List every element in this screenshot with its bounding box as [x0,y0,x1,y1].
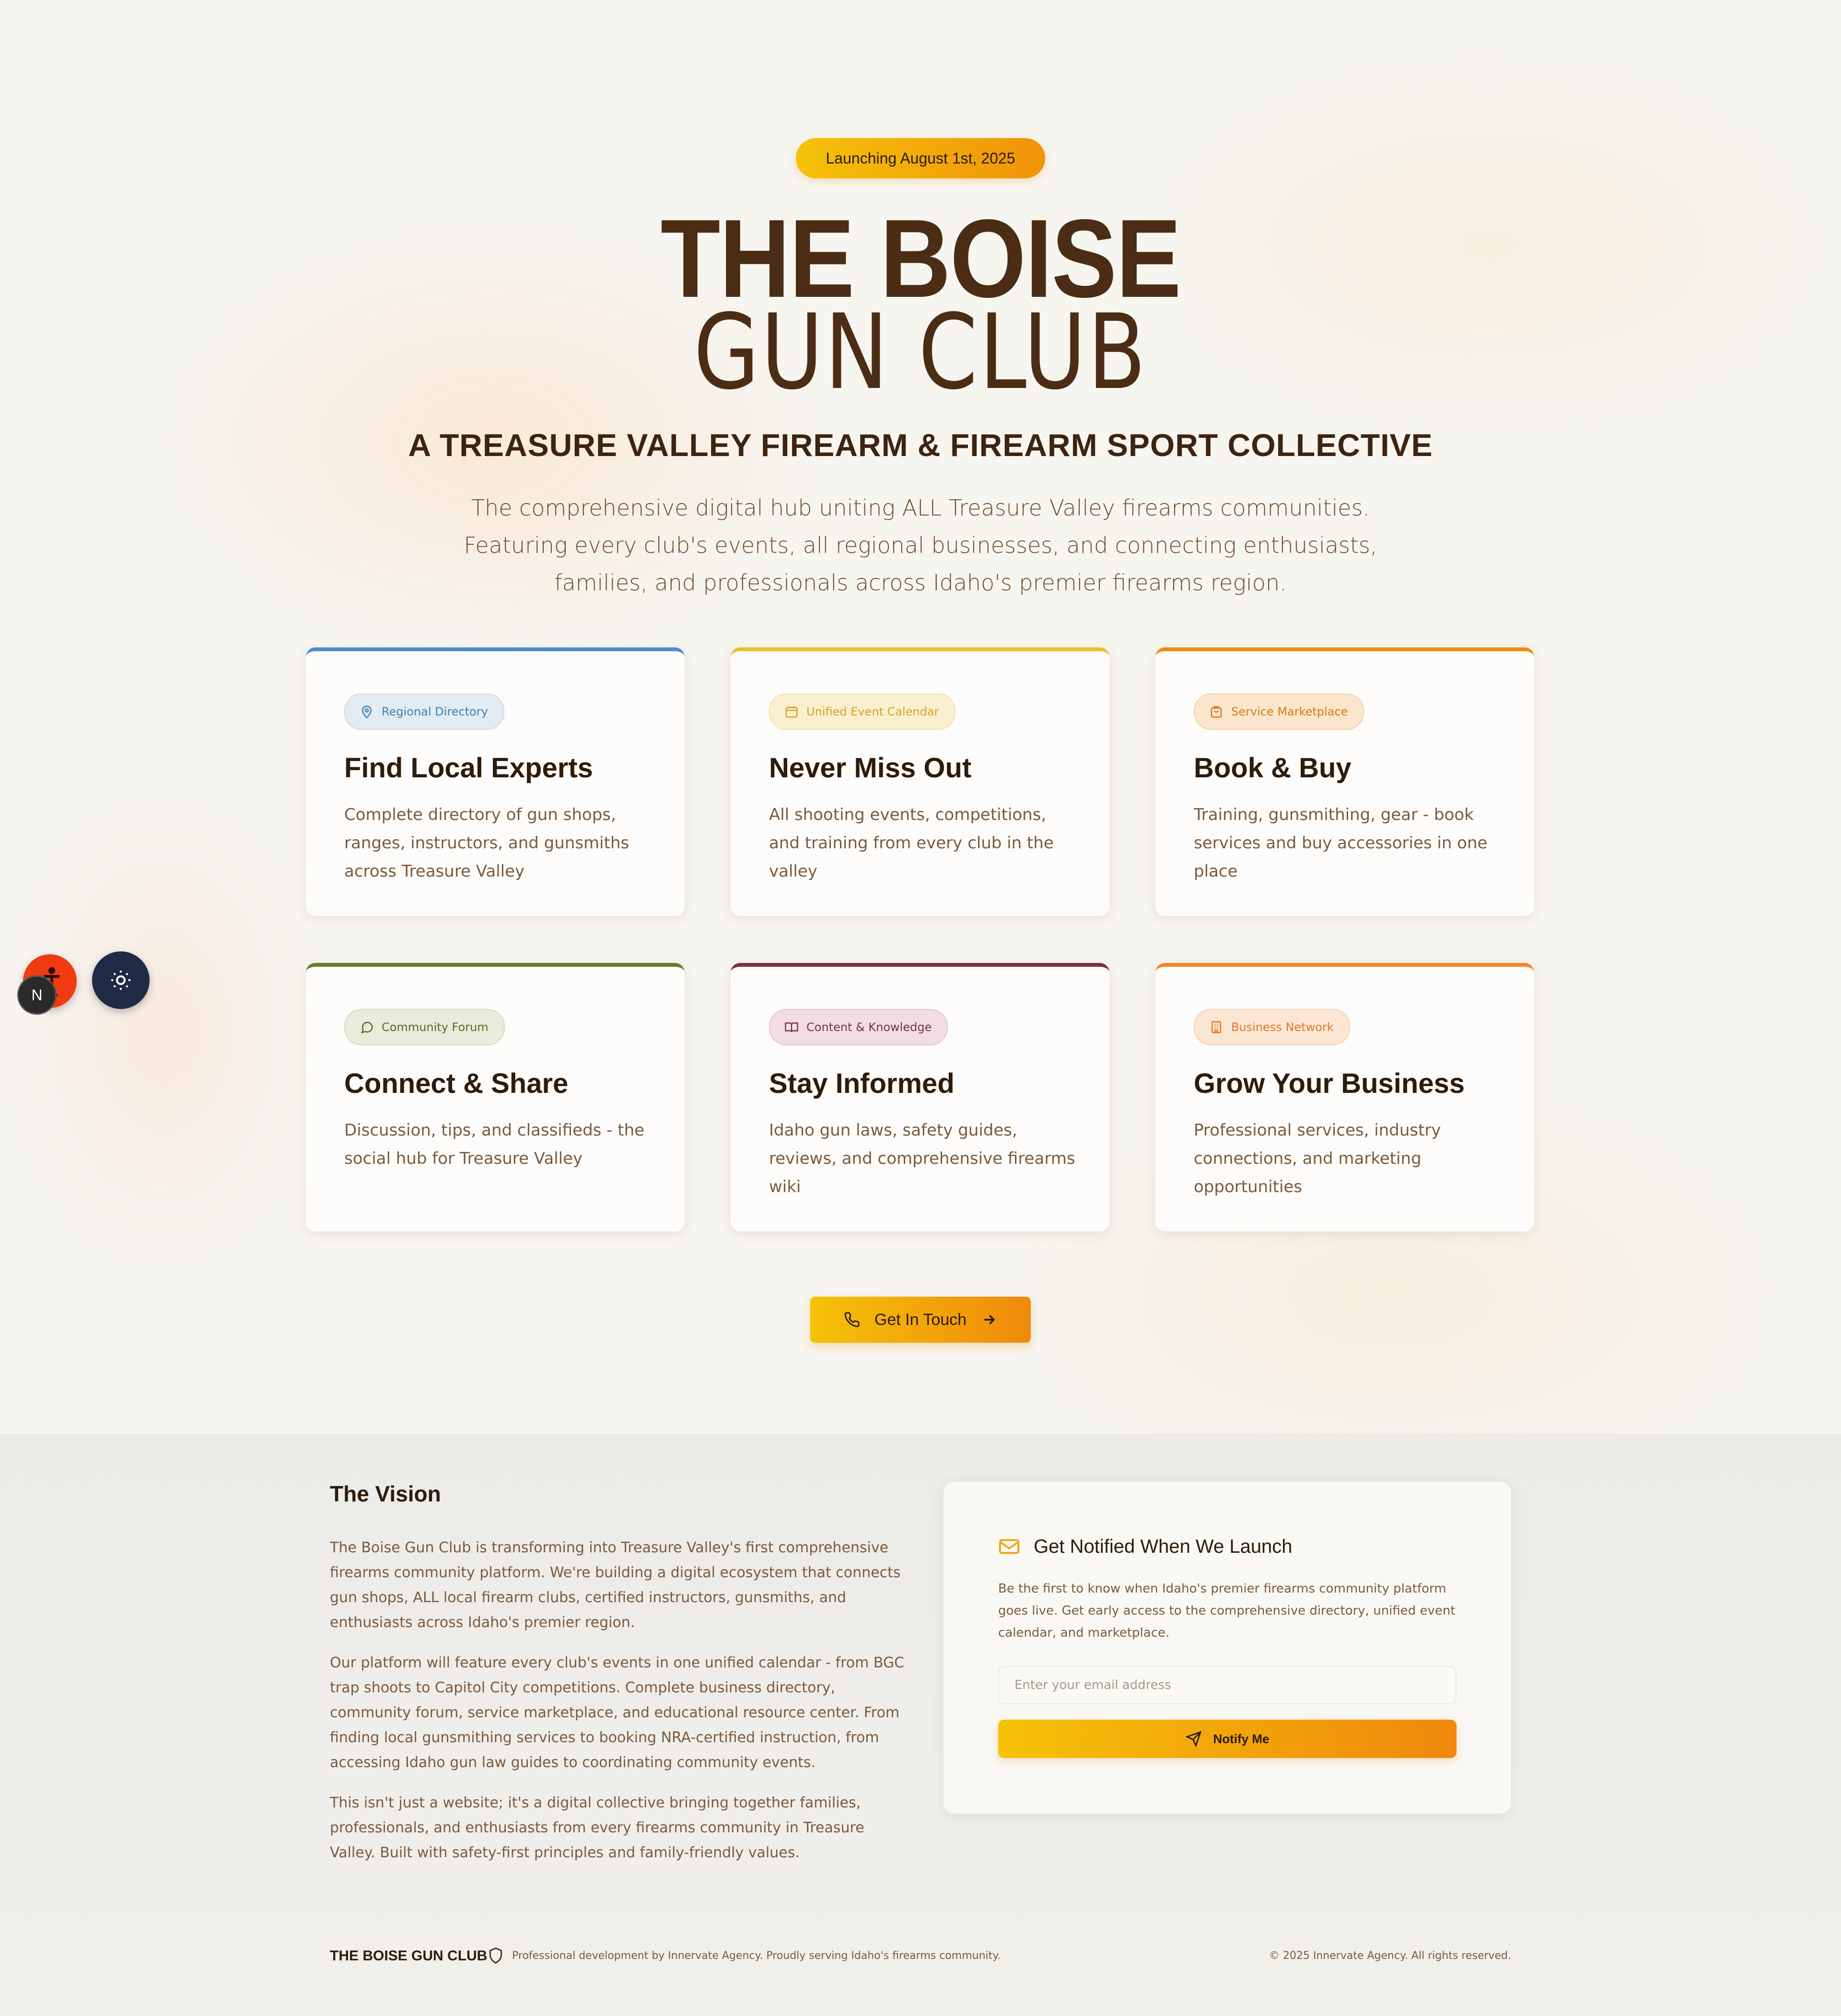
feature-card-forum: Community Forum Connect & Share Discussi… [306,963,685,1231]
feature-card-content: Content & Knowledge Stay Informed Idaho … [731,963,1109,1231]
shield-icon [489,1947,502,1964]
notify-description: Be the first to know when Idaho's premie… [998,1582,1456,1640]
phone-icon [844,1312,860,1327]
dev-tools-button[interactable]: N [17,975,57,1015]
arrow-right-icon [984,1315,995,1324]
feature-chip-label: Service Marketplace [1231,705,1348,718]
footer-brand: THE BOISE GUN CLUB [330,1948,488,1964]
notify-card: Get Notified When We Launch Be the first… [944,1482,1511,1814]
feature-title: Never Miss Out [769,752,972,784]
tagline: A TREASURE VALLEY FIREARM & FIREARM SPOR… [408,427,1433,463]
feature-title: Stay Informed [769,1068,955,1099]
feature-description: Discussion, tips, and classifieds - the … [344,1121,645,1168]
feature-chip: Business Network [1194,1009,1350,1045]
footer-copyright: © 2025 Innervate Agency. All rights rese… [1269,1950,1511,1962]
feature-chip: Community Forum [344,1009,505,1045]
feature-chip-label: Content & Knowledge [806,1020,932,1034]
launch-date-badge: Launching August 1st, 2025 [796,138,1045,178]
feature-description: Professional services, industry connecti… [1194,1121,1441,1196]
feature-title: Book & Buy [1194,752,1352,784]
chat-bubble-icon [361,1021,373,1034]
background-glow [29,815,297,1247]
get-in-touch-label: Get In Touch [874,1310,967,1329]
vision-paragraph: This isn't just a website; it's a digita… [330,1794,864,1861]
notify-me-label: Notify Me [1213,1731,1270,1746]
footer-credit: Professional development by Innervate Ag… [512,1950,1001,1962]
vision-section [0,1434,1841,2016]
feature-chip-label: Unified Event Calendar [806,705,939,718]
get-in-touch-button[interactable]: Get In Touch [810,1297,1031,1343]
site-title-line2: GUN CLUB [693,292,1148,412]
feature-description: All shooting events, competitions, and t… [769,805,1054,881]
building-icon [1212,1021,1221,1033]
intro-text: The comprehensive digital hub uniting AL… [464,495,1377,596]
sun-icon [111,971,130,990]
mail-icon [999,1539,1020,1554]
vision-title: The Vision [330,1481,441,1506]
send-icon [1185,1731,1201,1747]
feature-chip-label: Regional Directory [382,705,488,718]
vision-paragraph: Our platform will feature every club's e… [330,1654,905,1771]
vision-paragraph: The Boise Gun Club is transforming into … [330,1539,901,1631]
map-pin-icon [361,705,372,719]
email-field[interactable] [998,1666,1456,1704]
theme-toggle-button[interactable] [92,951,150,1009]
feature-description: Complete directory of gun shops, ranges,… [344,805,629,881]
feature-title: Connect & Share [344,1068,569,1099]
shopping-bag-icon [1211,706,1222,718]
calendar-icon [785,706,798,718]
feature-description: Idaho gun laws, safety guides, reviews, … [769,1121,1075,1196]
feature-title: Grow Your Business [1194,1068,1465,1099]
notify-me-button[interactable]: Notify Me [998,1720,1456,1758]
notify-header: Get Notified When We Launch [998,1535,1293,1558]
book-open-icon [785,1022,798,1032]
feature-chip: Regional Directory [344,693,504,730]
feature-title: Find Local Experts [344,752,593,784]
feature-card-business: Business Network Grow Your Business Prof… [1155,963,1534,1231]
feature-chip: Service Marketplace [1194,693,1364,730]
feature-card-calendar: Unified Event Calendar Never Miss Out Al… [731,647,1109,916]
feature-chip-label: Business Network [1231,1020,1334,1034]
feature-chip-label: Community Forum [382,1020,489,1034]
feature-chip: Unified Event Calendar [769,693,955,730]
feature-description: Training, gunsmithing, gear - book servi… [1194,805,1488,881]
feature-chip: Content & Knowledge [769,1009,948,1045]
feature-card-directory: Regional Directory Find Local Experts Co… [306,647,685,916]
feature-card-marketplace: Service Marketplace Book & Buy Training,… [1155,647,1534,916]
notify-title: Get Notified When We Launch [1034,1535,1293,1557]
